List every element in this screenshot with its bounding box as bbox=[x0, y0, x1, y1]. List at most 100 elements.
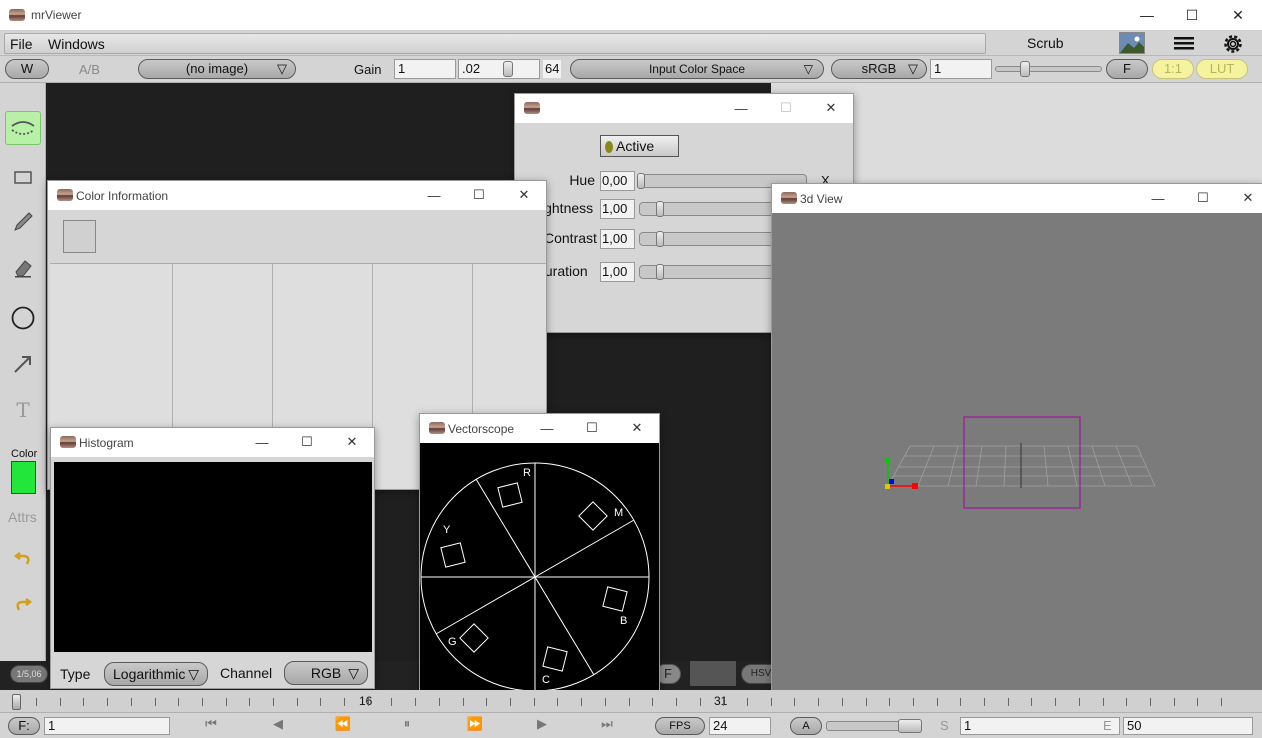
brightness-slider-thumb[interactable] bbox=[656, 201, 664, 217]
close-icon[interactable]: ✕ bbox=[1215, 0, 1261, 30]
menu-bar: File Windows Scrub bbox=[0, 31, 1262, 56]
minimize-icon[interactable]: — bbox=[727, 97, 755, 119]
step-forward-icon[interactable]: ⏩ bbox=[465, 716, 485, 732]
maximize-icon[interactable]: ☐ bbox=[293, 431, 321, 453]
menu-strip: File Windows bbox=[4, 33, 986, 54]
ratio-button[interactable]: 1:1 bbox=[1152, 59, 1194, 79]
text-tool-icon[interactable]: T bbox=[5, 393, 41, 427]
pencil-icon[interactable] bbox=[5, 205, 41, 239]
histogram-title: Histogram bbox=[79, 436, 134, 450]
close-icon[interactable]: ✕ bbox=[338, 431, 366, 453]
start-frame-input[interactable]: 1 bbox=[960, 717, 1120, 735]
hamburger-menu-icon[interactable] bbox=[1172, 33, 1198, 55]
wipe-button[interactable]: W bbox=[5, 59, 49, 79]
go-to-start-icon[interactable]: ⏮ bbox=[201, 716, 221, 732]
audio-button[interactable]: A bbox=[790, 717, 822, 735]
gamma-slider-thumb[interactable] bbox=[503, 61, 513, 77]
menu-windows[interactable]: Windows bbox=[48, 36, 105, 52]
fps-input[interactable]: 24 bbox=[709, 717, 771, 735]
timeline-mark-31: 31 bbox=[714, 694, 728, 708]
timeline-tick bbox=[889, 698, 890, 706]
histogram-type-value: Logarithmic bbox=[113, 666, 186, 682]
saturation-slider-thumb[interactable] bbox=[656, 264, 664, 280]
minimize-icon[interactable]: — bbox=[1144, 187, 1172, 209]
circle-tool-icon[interactable] bbox=[5, 301, 41, 335]
close-icon[interactable]: ✕ bbox=[817, 97, 845, 119]
end-label: E bbox=[1103, 718, 1112, 733]
fps-button[interactable]: FPS bbox=[655, 717, 705, 735]
play-backward-icon[interactable]: ◀ bbox=[268, 716, 288, 732]
hue-slider-thumb[interactable] bbox=[637, 173, 645, 189]
timeline-bar[interactable]: 16 31 bbox=[0, 690, 1262, 712]
channel-label: Channel bbox=[220, 665, 273, 681]
contrast-input[interactable]: 1,00 bbox=[600, 229, 635, 249]
minimize-icon[interactable]: — bbox=[420, 184, 448, 206]
undo-icon[interactable] bbox=[5, 543, 41, 577]
contrast-slider-thumb[interactable] bbox=[656, 231, 664, 247]
image-preview-icon[interactable] bbox=[1119, 32, 1145, 54]
timeline-tick bbox=[391, 698, 392, 706]
maximize-icon[interactable]: ☐ bbox=[465, 184, 493, 206]
arrow-tool-icon[interactable] bbox=[5, 347, 41, 381]
menu-file[interactable]: File bbox=[10, 36, 33, 52]
minimize-icon[interactable]: — bbox=[533, 417, 561, 439]
timeline-tick bbox=[368, 698, 369, 706]
exposure-slider[interactable] bbox=[995, 66, 1102, 72]
settings-gear-icon[interactable] bbox=[1221, 32, 1247, 54]
brightness-input[interactable]: 1,00 bbox=[600, 199, 635, 219]
volume-slider-thumb[interactable] bbox=[898, 719, 922, 733]
lut-button[interactable]: LUT bbox=[1196, 59, 1248, 79]
maximize-icon[interactable]: ☐ bbox=[1189, 187, 1217, 209]
frame-label-button[interactable]: F: bbox=[8, 717, 40, 735]
histogram-window: Histogram — ☐ ✕ Type Logarithmic ▽ Chann… bbox=[50, 427, 375, 689]
scrub-tool-icon[interactable] bbox=[5, 111, 41, 145]
input-color-space-dropdown[interactable]: Input Color Space ▽ bbox=[570, 59, 824, 79]
fstop-button[interactable]: F bbox=[1106, 59, 1148, 79]
image-select-value: (no image) bbox=[185, 61, 249, 76]
stop-icon[interactable]: ⏸ bbox=[397, 716, 417, 732]
eraser-icon[interactable] bbox=[5, 251, 41, 285]
close-icon[interactable]: ✕ bbox=[623, 417, 651, 439]
gamma-input[interactable]: .02 64 bbox=[458, 59, 562, 79]
active-toggle[interactable]: Active bbox=[600, 135, 679, 157]
timeline-tick bbox=[1079, 698, 1080, 706]
close-icon[interactable]: ✕ bbox=[1234, 187, 1262, 209]
exposure-input[interactable]: 1 bbox=[930, 59, 992, 79]
ab-compare-button[interactable]: A/B bbox=[79, 62, 100, 77]
timeline-tick bbox=[226, 698, 227, 706]
hue-input[interactable]: 0,00 bbox=[600, 171, 635, 191]
histogram-type-dropdown[interactable]: Logarithmic ▽ bbox=[104, 662, 208, 686]
display-dropdown[interactable]: sRGB ▽ bbox=[831, 59, 927, 79]
minimize-icon[interactable]: — bbox=[248, 431, 276, 453]
draw-color-swatch[interactable] bbox=[11, 461, 36, 494]
play-forward-icon[interactable]: ▶ bbox=[532, 716, 552, 732]
maximize-icon[interactable]: ☐ bbox=[1169, 0, 1215, 30]
step-backward-icon[interactable]: ⏪ bbox=[333, 716, 353, 732]
vectorscope-graticule bbox=[420, 462, 650, 690]
end-frame-input[interactable]: 50 bbox=[1123, 717, 1253, 735]
image-toolbar: W A/B (no image) ▽ Gain 1 .02 64 Input C… bbox=[0, 56, 1262, 83]
timeline-tick bbox=[723, 698, 724, 706]
go-to-end-icon[interactable]: ⏭ bbox=[597, 716, 617, 732]
timeline-tick bbox=[794, 698, 795, 706]
close-icon[interactable]: ✕ bbox=[510, 184, 538, 206]
minimize-icon[interactable]: — bbox=[1124, 0, 1170, 30]
sampled-color-swatch bbox=[63, 220, 96, 253]
saturation-input[interactable]: 1,00 bbox=[600, 262, 635, 282]
maximize-icon[interactable]: ☐ bbox=[578, 417, 606, 439]
maximize-icon[interactable]: ☐ bbox=[772, 97, 800, 119]
3d-viewport[interactable] bbox=[772, 213, 1262, 713]
timeline-tick bbox=[155, 698, 156, 706]
redo-icon[interactable] bbox=[5, 589, 41, 623]
timeline-playhead[interactable] bbox=[12, 694, 21, 710]
gain-input[interactable]: 1 bbox=[394, 59, 456, 79]
scrub-mode[interactable]: Scrub bbox=[1027, 35, 1064, 51]
histogram-channel-dropdown[interactable]: RGB ▽ bbox=[284, 661, 368, 685]
exposure-slider-thumb[interactable] bbox=[1020, 61, 1030, 77]
attrs-button[interactable]: Attrs bbox=[8, 509, 37, 525]
image-select-dropdown[interactable]: (no image) ▽ bbox=[138, 59, 296, 79]
histogram-titlebar: Histogram — ☐ ✕ bbox=[51, 428, 374, 457]
eye-icon bbox=[781, 192, 797, 204]
rectangle-select-icon[interactable] bbox=[5, 161, 41, 195]
frame-input[interactable]: 1 bbox=[44, 717, 170, 735]
